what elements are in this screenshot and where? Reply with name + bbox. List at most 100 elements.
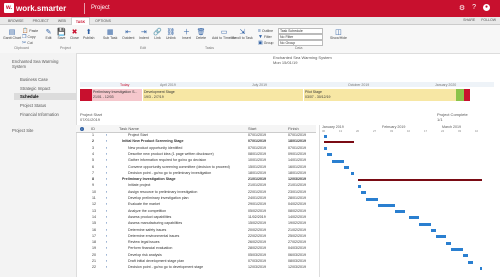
task-start[interactable]: 07/03/2019 bbox=[248, 259, 266, 265]
person-icon[interactable]: ● bbox=[483, 4, 490, 11]
task-start[interactable]: 12/03/2019 bbox=[248, 265, 266, 271]
gantt-task-bar[interactable] bbox=[324, 147, 327, 151]
tab-project[interactable]: PROJECT bbox=[29, 17, 53, 25]
group-button[interactable]: ▣ Group bbox=[258, 40, 273, 46]
task-name[interactable]: Develop risk analysis bbox=[128, 253, 242, 259]
task-finish[interactable]: 07/01/2019 bbox=[288, 146, 306, 152]
task-finish[interactable]: 23/01/2019 bbox=[288, 190, 306, 196]
task-finish[interactable]: 27/02/2019 bbox=[288, 240, 306, 246]
sidebar-item-financial-information[interactable]: Financial Information bbox=[20, 112, 70, 117]
tab-options[interactable]: OPTIONS bbox=[91, 17, 115, 25]
task-start[interactable]: 26/02/2019 bbox=[248, 240, 266, 246]
sidebar-item-project-site[interactable]: Project Site bbox=[12, 128, 33, 133]
task-start[interactable]: 15/02/2019 bbox=[248, 221, 266, 227]
follow-button[interactable]: FOLLOW bbox=[481, 18, 496, 22]
task-name[interactable]: Convene opportunity screening committee … bbox=[128, 165, 242, 171]
gantt-task-bar[interactable] bbox=[351, 172, 354, 176]
gantt-task-bar[interactable] bbox=[365, 197, 378, 201]
timeline-start-block[interactable] bbox=[80, 89, 92, 101]
gantt-task-bar[interactable] bbox=[331, 159, 344, 163]
task-start[interactable]: 10/01/2019 bbox=[248, 158, 266, 164]
task-name[interactable]: Assess product capabilities bbox=[128, 215, 242, 221]
task-start[interactable]: 21/01/2019 bbox=[248, 177, 266, 183]
gantt-task-bar[interactable] bbox=[324, 134, 327, 138]
table-row[interactable]: 18 ▪ Review legal issues 26/02/2019 27/02/20… bbox=[76, 240, 316, 246]
task-name[interactable]: Decision point - go/no go to preliminary… bbox=[128, 171, 242, 177]
gantt-task-bar[interactable] bbox=[409, 216, 420, 220]
task-start[interactable]: 08/01/2019 bbox=[248, 152, 266, 158]
table-row[interactable]: 17 ▪ Determine environmental issues 22/02/2… bbox=[76, 234, 316, 240]
gantt-summary-bar[interactable] bbox=[324, 140, 354, 143]
indent-button[interactable]: ⇥ Indent bbox=[139, 27, 149, 41]
question-icon[interactable]: ? bbox=[472, 4, 476, 12]
task-start[interactable]: 21/01/2019 bbox=[248, 183, 266, 189]
task-start[interactable]: 11/02/2019 bbox=[248, 215, 266, 221]
outdent-button[interactable]: ⇤ Outdent bbox=[122, 27, 134, 41]
info-column-header[interactable]: i bbox=[80, 125, 84, 133]
task-finish[interactable]: 18/01/2019 bbox=[288, 139, 306, 145]
table-row[interactable]: 16 ▪ Determine safety issues 20/02/2019 21/0… bbox=[76, 228, 316, 234]
task-start[interactable]: 15/01/2019 bbox=[248, 165, 266, 171]
task-finish[interactable]: 04/03/2019 bbox=[288, 246, 306, 252]
gantt-task-bar[interactable] bbox=[431, 229, 437, 232]
table-row[interactable]: 22 ▪ Decision point - go/no go to developm… bbox=[76, 265, 316, 271]
gantt-task-bar[interactable] bbox=[377, 203, 395, 207]
sidebar-item-business-case[interactable]: Business Case bbox=[20, 77, 48, 82]
show-hide-button[interactable]: ◫ Show/Hide bbox=[330, 27, 347, 41]
task-start[interactable]: 24/01/2019 bbox=[248, 196, 266, 202]
timeline-end-block[interactable] bbox=[464, 89, 470, 101]
gantt-task-bar[interactable] bbox=[445, 241, 451, 245]
task-name[interactable]: Evaluate the market bbox=[128, 202, 242, 208]
insert-button[interactable]: ＋ Insert bbox=[182, 27, 191, 41]
task-finish[interactable]: 16/01/2019 bbox=[288, 165, 306, 171]
table-row[interactable]: 4 ▪ Describe new product idea (1 page writ… bbox=[76, 152, 316, 158]
task-finish[interactable]: 12/03/2019 bbox=[288, 265, 306, 271]
gantt-task-bar[interactable] bbox=[450, 247, 463, 251]
finish-column-header[interactable]: Finish bbox=[288, 125, 299, 133]
timeline-bar[interactable]: Preliminary Investigation S... 21/01 - 12… bbox=[92, 89, 142, 101]
sidebar-item-strategic-impact[interactable]: Strategic Impact bbox=[20, 86, 50, 91]
id-column-header[interactable]: ID bbox=[91, 125, 95, 133]
table-row[interactable]: 15 ▪ Assess manufacturing capabilities 15/0… bbox=[76, 221, 316, 227]
gantt-chart-button[interactable]: ▤ Gantt Chart bbox=[3, 27, 21, 41]
table-row[interactable]: 19 ▪ Perform financial evaluation 28/02/201… bbox=[76, 246, 316, 252]
sidebar-item-schedule[interactable]: Schedule bbox=[20, 94, 39, 99]
gantt-task-bar[interactable] bbox=[343, 166, 349, 169]
task-finish[interactable]: 19/02/2019 bbox=[288, 221, 306, 227]
table-row[interactable]: 14 ▪ Assess product capabilities 11/02/2019… bbox=[76, 215, 316, 221]
task-finish[interactable]: 28/01/2019 bbox=[288, 196, 306, 202]
gantt-summary-bar[interactable] bbox=[358, 178, 483, 181]
timeline-bar[interactable]: Pilot Stage 03/07 - 30/12/19 bbox=[304, 89, 456, 101]
table-row[interactable]: 8 ▪ Preliminary Investigation Stage 21/01/2… bbox=[76, 177, 316, 183]
timeline-end-block[interactable] bbox=[456, 89, 464, 101]
task-finish[interactable]: 08/02/2019 bbox=[288, 209, 306, 215]
app-title[interactable]: Project bbox=[91, 5, 110, 11]
logo[interactable]: w. work.smarter bbox=[4, 3, 66, 13]
task-name[interactable]: Analyze the competition bbox=[128, 209, 242, 215]
publish-button[interactable]: ⬆ Publish bbox=[83, 27, 94, 41]
task-name[interactable]: Gather information required for go/no go… bbox=[128, 158, 242, 164]
task-name[interactable]: Preliminary Investigation Stage bbox=[122, 177, 242, 183]
table-row[interactable]: 10 ▪ Assign resource to preliminary invest… bbox=[76, 190, 316, 196]
task-finish[interactable]: 08/03/2019 bbox=[288, 259, 306, 265]
sub-task-button[interactable]: ▦ Sub Task bbox=[103, 27, 117, 41]
gantt-task-bar[interactable] bbox=[394, 210, 405, 214]
task-start[interactable]: 22/01/2019 bbox=[248, 190, 266, 196]
task-finish[interactable]: 21/02/2019 bbox=[288, 228, 306, 234]
gantt-task-bar[interactable] bbox=[360, 191, 366, 195]
gantt-task-bar[interactable] bbox=[467, 260, 473, 264]
task-finish[interactable]: 14/01/2019 bbox=[288, 158, 306, 164]
task-name[interactable]: Initial New Product Screening Stage bbox=[122, 139, 242, 145]
gantt-task-bar[interactable] bbox=[462, 254, 468, 258]
start-column-header[interactable]: Start bbox=[248, 125, 257, 133]
task-name[interactable]: Project Start bbox=[128, 133, 242, 139]
task-name[interactable]: Initiate project bbox=[128, 183, 242, 189]
table-row[interactable]: 6 ▪ Convene opportunity screening committe… bbox=[76, 165, 316, 171]
task-name[interactable]: New product opportunity identified bbox=[128, 146, 242, 152]
share-button[interactable]: SHARE bbox=[463, 18, 475, 22]
unlink-button[interactable]: ⛓ Unlink bbox=[166, 27, 176, 41]
table-row[interactable]: 5 ▪ Gather information required for go/no … bbox=[76, 158, 316, 164]
task-name-column-header[interactable]: Task Name bbox=[119, 125, 140, 133]
task-name[interactable]: Assess manufacturing capabilities bbox=[128, 221, 242, 227]
table-row[interactable]: 20 ▪ Develop risk analysis 05/03/2019 06/03/… bbox=[76, 253, 316, 259]
